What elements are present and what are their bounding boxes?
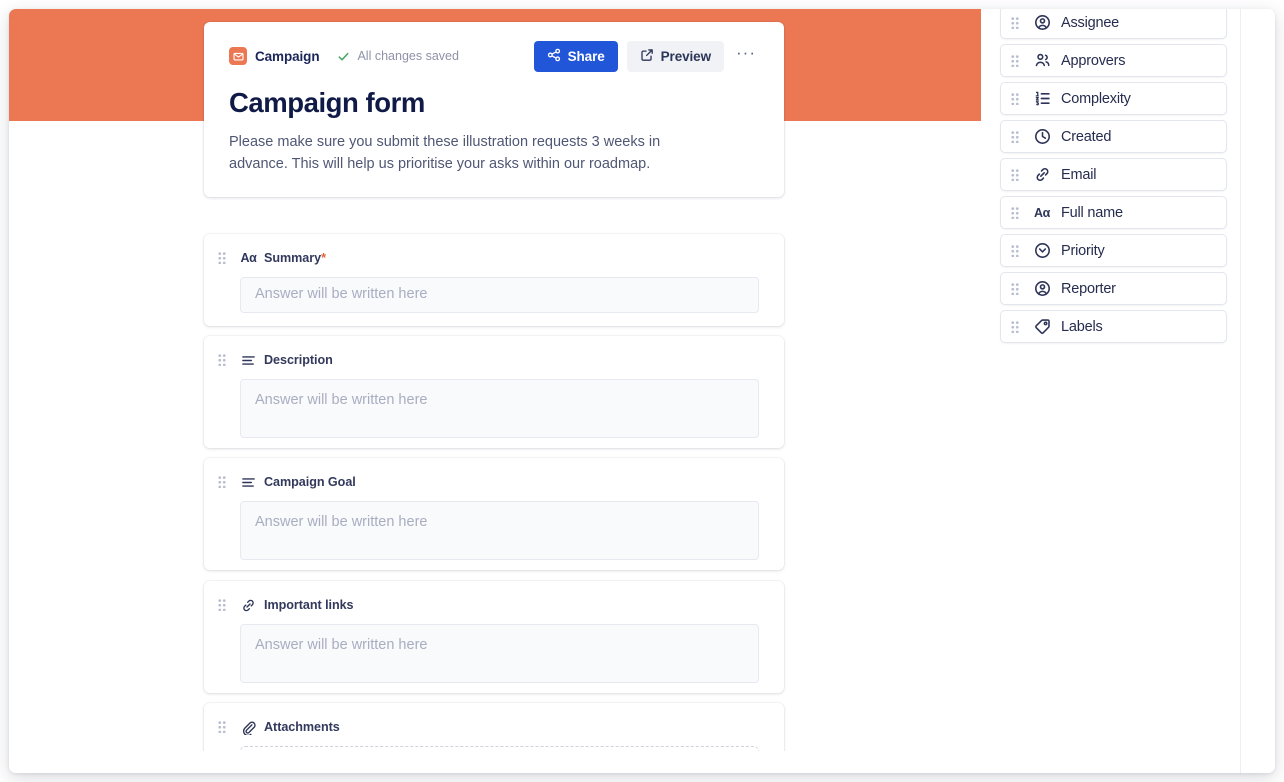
palette-item-assignee[interactable]: Assignee: [1000, 9, 1227, 39]
field-label: Description: [264, 353, 333, 367]
palette-item-label: Approvers: [1061, 52, 1126, 69]
drag-handle-icon[interactable]: [1011, 16, 1022, 30]
form-builder-canvas: Campaign All changes saved Share Preview…: [9, 9, 981, 773]
palette-item-label: Reporter: [1061, 280, 1116, 297]
palette-item-approvers[interactable]: Approvers: [1000, 44, 1227, 77]
drag-handle-icon[interactable]: [1011, 244, 1022, 258]
drag-handle-icon[interactable]: [218, 597, 230, 613]
palette-item-complexity[interactable]: Complexity: [1000, 82, 1227, 115]
palette-item-label: Priority: [1061, 242, 1105, 259]
ordered-list-icon: [1032, 90, 1052, 107]
text-field-icon: Aα: [240, 251, 257, 265]
drag-handle-icon[interactable]: [218, 719, 230, 735]
clock-icon: [1032, 128, 1052, 145]
palette-item-created[interactable]: Created: [1000, 120, 1227, 153]
palette-item-label: Email: [1061, 166, 1097, 183]
palette-item-label: Assignee: [1061, 14, 1120, 31]
drag-handle-icon[interactable]: [1011, 92, 1022, 106]
more-options-button[interactable]: ···: [733, 43, 759, 69]
save-status: All changes saved: [337, 49, 459, 63]
drag-handle-icon[interactable]: [1011, 168, 1022, 182]
page-title: Campaign form: [229, 87, 425, 118]
answer-input[interactable]: Answer will be written here: [240, 277, 759, 313]
field-palette-sidebar: Assignee Approvers Complexity Created Email A…: [981, 9, 1275, 773]
field-label-row: Attachments: [218, 719, 759, 735]
text-field-icon: Aα: [1034, 205, 1050, 220]
app-window: Campaign All changes saved Share Preview…: [9, 9, 1275, 773]
field-label: Attachments: [264, 720, 340, 734]
sidebar-divider: [1240, 9, 1241, 773]
palette-item-label: Labels: [1061, 318, 1103, 335]
tag-icon: [1032, 318, 1052, 335]
brand-name: Campaign: [255, 48, 320, 64]
link-icon: [1032, 166, 1052, 183]
envelope-icon: [229, 47, 247, 65]
palette-item-label: Complexity: [1061, 90, 1131, 107]
drag-handle-icon[interactable]: [1011, 320, 1022, 334]
form-field-card[interactable]: Aα Summary* Answer will be written here: [204, 234, 784, 326]
save-status-text: All changes saved: [357, 49, 459, 63]
field-label-row: Aα Summary*: [218, 250, 759, 266]
palette-item-full-name[interactable]: Aα Full name: [1000, 196, 1227, 229]
field-label: Campaign Goal: [264, 475, 356, 489]
share-icon: [547, 48, 561, 65]
palette-item-label: Full name: [1061, 204, 1123, 221]
share-button[interactable]: Share: [533, 40, 618, 72]
form-description: Please make sure you submit these illust…: [229, 134, 661, 173]
required-marker: *: [321, 251, 326, 265]
field-label: Important links: [264, 598, 354, 612]
chevron-circle-icon: [1032, 242, 1052, 259]
users-icon: [1032, 52, 1052, 69]
field-label-row: Description: [218, 352, 759, 368]
share-button-label: Share: [567, 48, 605, 64]
checkmark-icon: [337, 50, 350, 63]
form-header-toolbar: Campaign All changes saved Share Preview…: [229, 40, 759, 72]
palette-item-email[interactable]: Email: [1000, 158, 1227, 191]
scroll-fade: [9, 751, 981, 773]
field-label: Summary*: [264, 251, 326, 265]
palette-item-priority[interactable]: Priority: [1000, 234, 1227, 267]
user-circle-icon: [1032, 280, 1052, 297]
form-field-card[interactable]: Description Answer will be written here: [204, 336, 784, 448]
palette-item-label: Created: [1061, 128, 1112, 145]
palette-item-labels[interactable]: Labels: [1000, 310, 1227, 343]
drag-handle-icon[interactable]: [218, 474, 230, 490]
answer-input[interactable]: Answer will be written here: [240, 501, 759, 560]
preview-button[interactable]: Preview: [626, 40, 724, 72]
drag-handle-icon[interactable]: [1011, 206, 1022, 220]
user-circle-icon: [1032, 14, 1052, 31]
link-icon: [240, 598, 257, 613]
answer-input[interactable]: Answer will be written here: [240, 624, 759, 683]
paperclip-icon: [240, 720, 257, 735]
header-actions: Share Preview ···: [533, 40, 759, 72]
paragraph-icon: [240, 353, 257, 368]
drag-handle-icon[interactable]: [218, 352, 230, 368]
field-label-row: Important links: [218, 597, 759, 613]
form-field-card[interactable]: Important links Answer will be written he…: [204, 581, 784, 693]
drag-handle-icon[interactable]: [1011, 54, 1022, 68]
form-field-card[interactable]: Campaign Goal Answer will be written here: [204, 458, 784, 570]
external-link-icon: [640, 48, 654, 65]
brand: Campaign: [229, 47, 320, 65]
drag-handle-icon[interactable]: [1011, 282, 1022, 296]
preview-button-label: Preview: [660, 48, 711, 64]
drag-handle-icon[interactable]: [218, 250, 230, 266]
field-label-row: Campaign Goal: [218, 474, 759, 490]
paragraph-icon: [240, 475, 257, 490]
answer-input[interactable]: Answer will be written here: [240, 379, 759, 438]
form-header-card: Campaign All changes saved Share Preview…: [204, 22, 784, 198]
drag-handle-icon[interactable]: [1011, 130, 1022, 144]
palette-item-reporter[interactable]: Reporter: [1000, 272, 1227, 305]
